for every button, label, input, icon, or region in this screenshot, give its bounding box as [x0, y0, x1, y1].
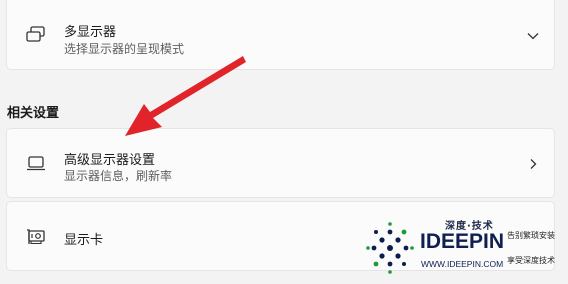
multi-display-subtitle: 选择显示器的呈现模式 — [64, 42, 185, 56]
watermark-logo-icon — [366, 222, 414, 274]
chevron-down-icon[interactable] — [526, 29, 540, 43]
section-title: 相关设置 — [7, 106, 60, 121]
watermark: 深度·技术 IDEEPIN WWW.IDEEPIN.COM 告别繁琐安装 享受深… — [360, 212, 568, 284]
watermark-brand: IDEEPIN — [420, 230, 505, 253]
multi-monitor-icon — [26, 26, 45, 42]
graphics-card-icon — [27, 229, 45, 245]
advanced-display-subtitle: 显示器信息，刷新率 — [64, 169, 173, 183]
watermark-url: WWW.IDEEPIN.COM — [421, 259, 504, 269]
graphics-card-title: 显示卡 — [64, 233, 104, 248]
watermark-slogan-2: 享受深度技术 — [507, 256, 555, 265]
multi-display-title: 多显示器 — [64, 25, 117, 40]
multi-display-card[interactable]: 多显示器 选择显示器的呈现模式 — [6, 0, 555, 70]
chevron-right-icon[interactable] — [526, 157, 540, 171]
laptop-icon — [27, 156, 45, 171]
watermark-slogan-1: 告别繁琐安装 — [507, 231, 555, 240]
advanced-display-title: 高级显示器设置 — [64, 153, 156, 168]
advanced-display-settings-item[interactable]: 高级显示器设置 显示器信息，刷新率 — [6, 128, 555, 198]
